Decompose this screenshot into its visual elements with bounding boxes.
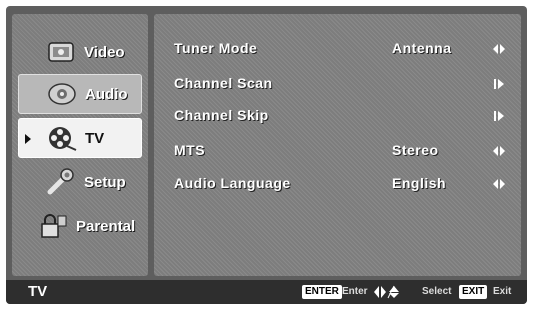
setting-row-channel-scan[interactable]: Channel Scan (154, 71, 521, 97)
menu-item-label: TV (85, 129, 105, 147)
exit-hint: Exit (493, 286, 512, 297)
exit-key-badge: EXIT (459, 285, 488, 299)
setting-value: Stereo (392, 142, 439, 158)
select-hint: Select (422, 286, 452, 297)
setting-value: Antenna (392, 40, 452, 56)
left-right-arrows-icon[interactable] (492, 177, 506, 191)
setting-row-audio-language[interactable]: Audio Language English (154, 171, 521, 197)
menu-item-label: Video (84, 43, 125, 61)
video-icon (48, 42, 74, 62)
left-right-arrows-icon[interactable] (492, 144, 506, 158)
setting-row-tuner-mode[interactable]: Tuner Mode Antenna (154, 36, 521, 62)
setting-value: English (392, 175, 447, 191)
enter-hint: Enter (342, 286, 368, 297)
tv-film-reel-icon (49, 127, 77, 151)
setting-row-mts[interactable]: MTS Stereo (154, 138, 521, 164)
menu-item-audio[interactable]: Audio (18, 74, 142, 114)
enter-arrow-icon[interactable] (492, 109, 506, 123)
menu-item-tv[interactable]: TV (18, 118, 142, 158)
menu-item-label: Audio (85, 85, 128, 103)
menu-item-parental[interactable]: Parental (18, 206, 142, 246)
setting-row-channel-skip[interactable]: Channel Skip (154, 103, 521, 129)
tv-menu-screen: Video Audio TV Setup Parental Tuner Mode… (6, 6, 527, 304)
setup-wrench-icon (47, 168, 74, 195)
setting-label: Tuner Mode (174, 40, 258, 56)
setting-label: MTS (174, 142, 206, 158)
footer-title: TV (28, 283, 48, 300)
footer-bar: TV ENTER Enter Select EXIT Exit (6, 280, 527, 304)
navigate-arrows-icon (374, 285, 399, 299)
audio-icon (48, 83, 76, 105)
menu-item-label: Setup (84, 173, 126, 191)
setting-label: Audio Language (174, 175, 291, 191)
setting-label: Channel Skip (174, 107, 269, 123)
category-sidebar: Video Audio TV Setup Parental (12, 14, 148, 276)
menu-item-video[interactable]: Video (18, 32, 142, 72)
setting-label: Channel Scan (174, 75, 273, 91)
enter-arrow-icon[interactable] (492, 77, 506, 91)
settings-panel: Tuner Mode Antenna Channel Scan Channel … (154, 14, 521, 276)
selection-arrow-icon (25, 134, 31, 144)
menu-item-setup[interactable]: Setup (18, 162, 142, 202)
left-right-arrows-icon[interactable] (492, 42, 506, 56)
menu-item-label: Parental (76, 217, 136, 235)
enter-key-badge: ENTER (302, 285, 342, 299)
parental-lock-icon (41, 214, 67, 238)
